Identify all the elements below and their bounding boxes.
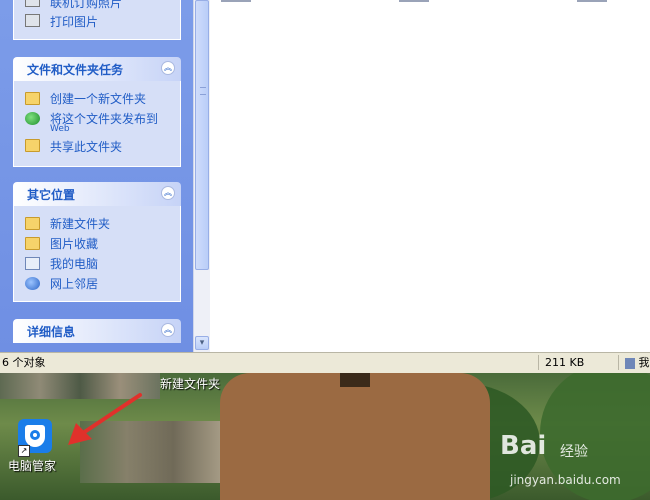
other-places-new-folder[interactable]: 新建文件夹 xyxy=(50,215,110,232)
file-folder-tasks-header[interactable]: 文件和文件夹任务 ︽ xyxy=(13,57,181,81)
my-computer-icon xyxy=(25,257,40,270)
jingyan-watermark: 经验 xyxy=(560,444,588,460)
wallpaper-horse-bridle xyxy=(340,373,370,387)
desktop-app-label[interactable]: 电脑管家 xyxy=(8,457,56,474)
share-folder-icon xyxy=(25,139,40,152)
publish-folder-link-web[interactable]: Web xyxy=(50,124,70,134)
file-list-area[interactable] xyxy=(211,0,650,352)
collapse-icon[interactable]: ︽ xyxy=(161,323,175,337)
status-zone-label: 我 xyxy=(638,356,650,369)
status-zone: 我 xyxy=(618,355,650,370)
desktop-folder-label[interactable]: 新建文件夹 xyxy=(160,375,220,392)
scrollbar-thumb[interactable] xyxy=(195,0,209,270)
file-thumbnail-edge[interactable] xyxy=(221,0,251,2)
share-folder-link[interactable]: 共享此文件夹 xyxy=(50,138,122,155)
pictures-folder-icon xyxy=(25,237,40,250)
other-places-my-computer[interactable]: 我的电脑 xyxy=(50,255,98,272)
status-bar: 6 个对象 211 KB 我 xyxy=(0,352,650,373)
task-pane: 联机订购照片 打印图片 文件和文件夹任务 ︽ 创建一个新文件夹 将这个文件夹发布… xyxy=(0,0,193,352)
network-places-icon xyxy=(25,277,40,290)
order-photos-icon xyxy=(25,0,40,7)
web-publish-icon xyxy=(25,112,40,125)
collapse-icon[interactable]: ︽ xyxy=(161,186,175,200)
other-places-header[interactable]: 其它位置 ︽ xyxy=(13,182,181,206)
baidu-watermark: Bai xyxy=(500,431,547,461)
task-pane-scrollbar[interactable]: ▾ xyxy=(193,0,210,352)
printer-icon xyxy=(25,14,40,27)
panel-title: 详细信息 xyxy=(27,325,76,339)
panel-title: 文件和文件夹任务 xyxy=(27,63,124,77)
status-size: 211 KB xyxy=(538,355,584,370)
status-object-count: 6 个对象 xyxy=(2,356,46,369)
other-places-my-pictures[interactable]: 图片收藏 xyxy=(50,235,98,252)
file-thumbnail-edge[interactable] xyxy=(577,0,607,2)
collapse-icon[interactable]: ︽ xyxy=(161,61,175,75)
create-folder-link[interactable]: 创建一个新文件夹 xyxy=(50,90,146,107)
scroll-down-button[interactable]: ▾ xyxy=(195,336,209,350)
my-computer-icon xyxy=(625,357,635,369)
watermark-url: jingyan.baidu.com xyxy=(510,473,621,487)
other-places-network[interactable]: 网上邻居 xyxy=(50,275,98,292)
wallpaper-horse xyxy=(220,373,490,500)
explorer-window: 联机订购照片 打印图片 文件和文件夹任务 ︽ 创建一个新文件夹 将这个文件夹发布… xyxy=(0,0,650,373)
new-folder-icon xyxy=(25,92,40,105)
shortcut-arrow-icon: ↗ xyxy=(18,445,30,457)
folder-icon xyxy=(25,217,40,230)
print-pictures-link[interactable]: 打印图片 xyxy=(50,13,98,30)
order-photos-link[interactable]: 联机订购照片 xyxy=(50,0,122,11)
details-header[interactable]: 详细信息 ︽ xyxy=(13,319,181,343)
desktop[interactable]: 新建文件夹 ↗ 电脑管家 Bai 经验 jingyan.baidu.com xyxy=(0,373,650,500)
file-thumbnail-edge[interactable] xyxy=(399,0,429,2)
panel-title: 其它位置 xyxy=(27,188,76,202)
red-annotation-arrow-icon xyxy=(68,393,142,445)
